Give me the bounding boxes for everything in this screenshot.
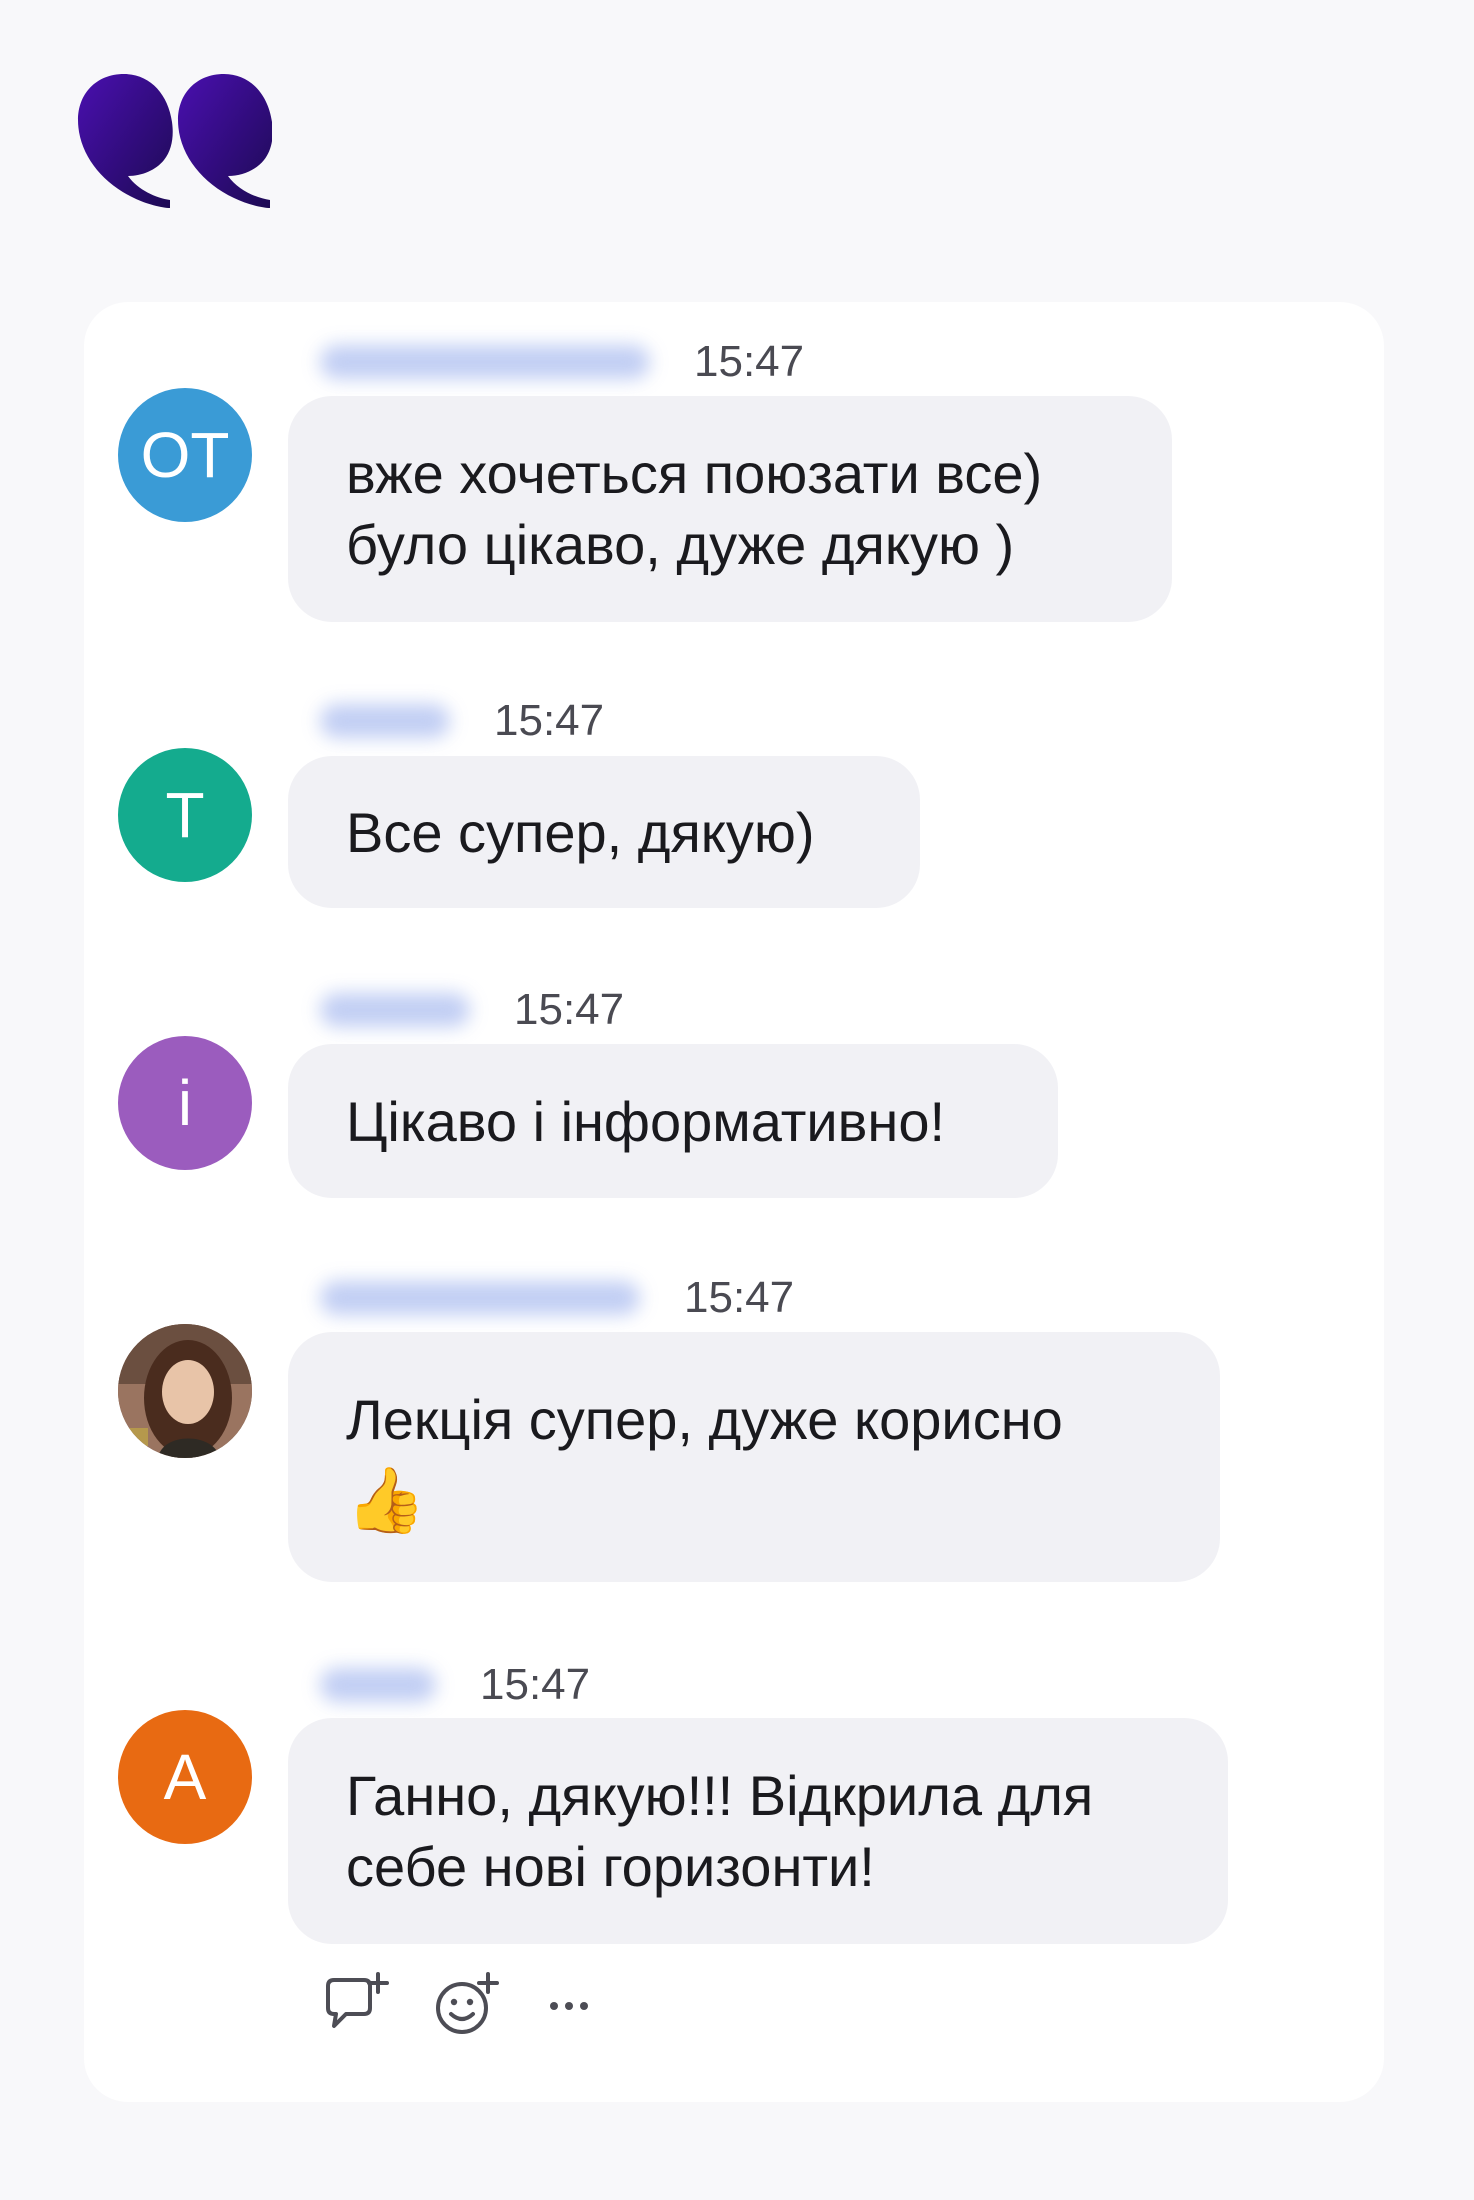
message-text-line: було цікаво, дуже дякую ) bbox=[346, 513, 1015, 576]
sender-name-blurred bbox=[320, 345, 650, 379]
sender-name-blurred bbox=[320, 1668, 436, 1702]
chat-card: 15:47 OT вже хочеться поюзати все) було … bbox=[84, 302, 1384, 2102]
message-bubble: Цікаво і інформативно! bbox=[288, 1044, 1058, 1198]
avatar-photo[interactable] bbox=[118, 1324, 252, 1458]
message-actions bbox=[320, 1972, 636, 2036]
message-bubble: Ганно, дякую!!! Відкрила для себе нові г… bbox=[288, 1718, 1228, 1944]
avatar-initials: i bbox=[177, 1067, 193, 1139]
message-text-line: Лекція супер, дуже корисно bbox=[346, 1388, 1063, 1451]
profile-photo bbox=[118, 1324, 252, 1458]
more-icon[interactable] bbox=[544, 1972, 594, 2036]
message-text-line: Цікаво і інформативно! bbox=[346, 1089, 946, 1153]
message-bubble: Лекція супер, дуже корисно 👍 bbox=[288, 1332, 1220, 1582]
message-time: 15:47 bbox=[494, 696, 605, 745]
sender-name-blurred bbox=[320, 993, 470, 1027]
reply-icon[interactable] bbox=[320, 1972, 390, 2036]
sender-name-blurred bbox=[320, 704, 450, 738]
message-text-line: вже хочеться поюзати все) bbox=[346, 442, 1043, 505]
message-bubble: Все супер, дякую) bbox=[288, 756, 920, 908]
message-text-line: себе нові горизонти! bbox=[346, 1835, 875, 1898]
avatar-initials: T bbox=[165, 779, 205, 851]
thumbs-up-emoji: 👍 bbox=[346, 1464, 426, 1536]
message-time: 15:47 bbox=[514, 985, 625, 1034]
message-text-line: Ганно, дякую!!! Відкрила для bbox=[346, 1764, 1094, 1827]
message-time: 15:47 bbox=[694, 337, 805, 386]
message-time: 15:47 bbox=[684, 1273, 795, 1322]
avatar-initials: OT bbox=[140, 419, 230, 491]
avatar[interactable]: OT bbox=[118, 388, 252, 522]
message-bubble: вже хочеться поюзати все) було цікаво, д… bbox=[288, 396, 1172, 622]
avatar[interactable]: A bbox=[118, 1710, 252, 1844]
avatar[interactable]: T bbox=[118, 748, 252, 882]
add-reaction-icon[interactable] bbox=[432, 1972, 502, 2036]
avatar-initials: A bbox=[163, 1741, 207, 1813]
sender-name-blurred bbox=[320, 1281, 640, 1315]
message-time: 15:47 bbox=[480, 1660, 591, 1709]
quote-logo bbox=[78, 74, 272, 208]
avatar[interactable]: i bbox=[118, 1036, 252, 1170]
message-text-line: Все супер, дякую) bbox=[346, 800, 815, 864]
